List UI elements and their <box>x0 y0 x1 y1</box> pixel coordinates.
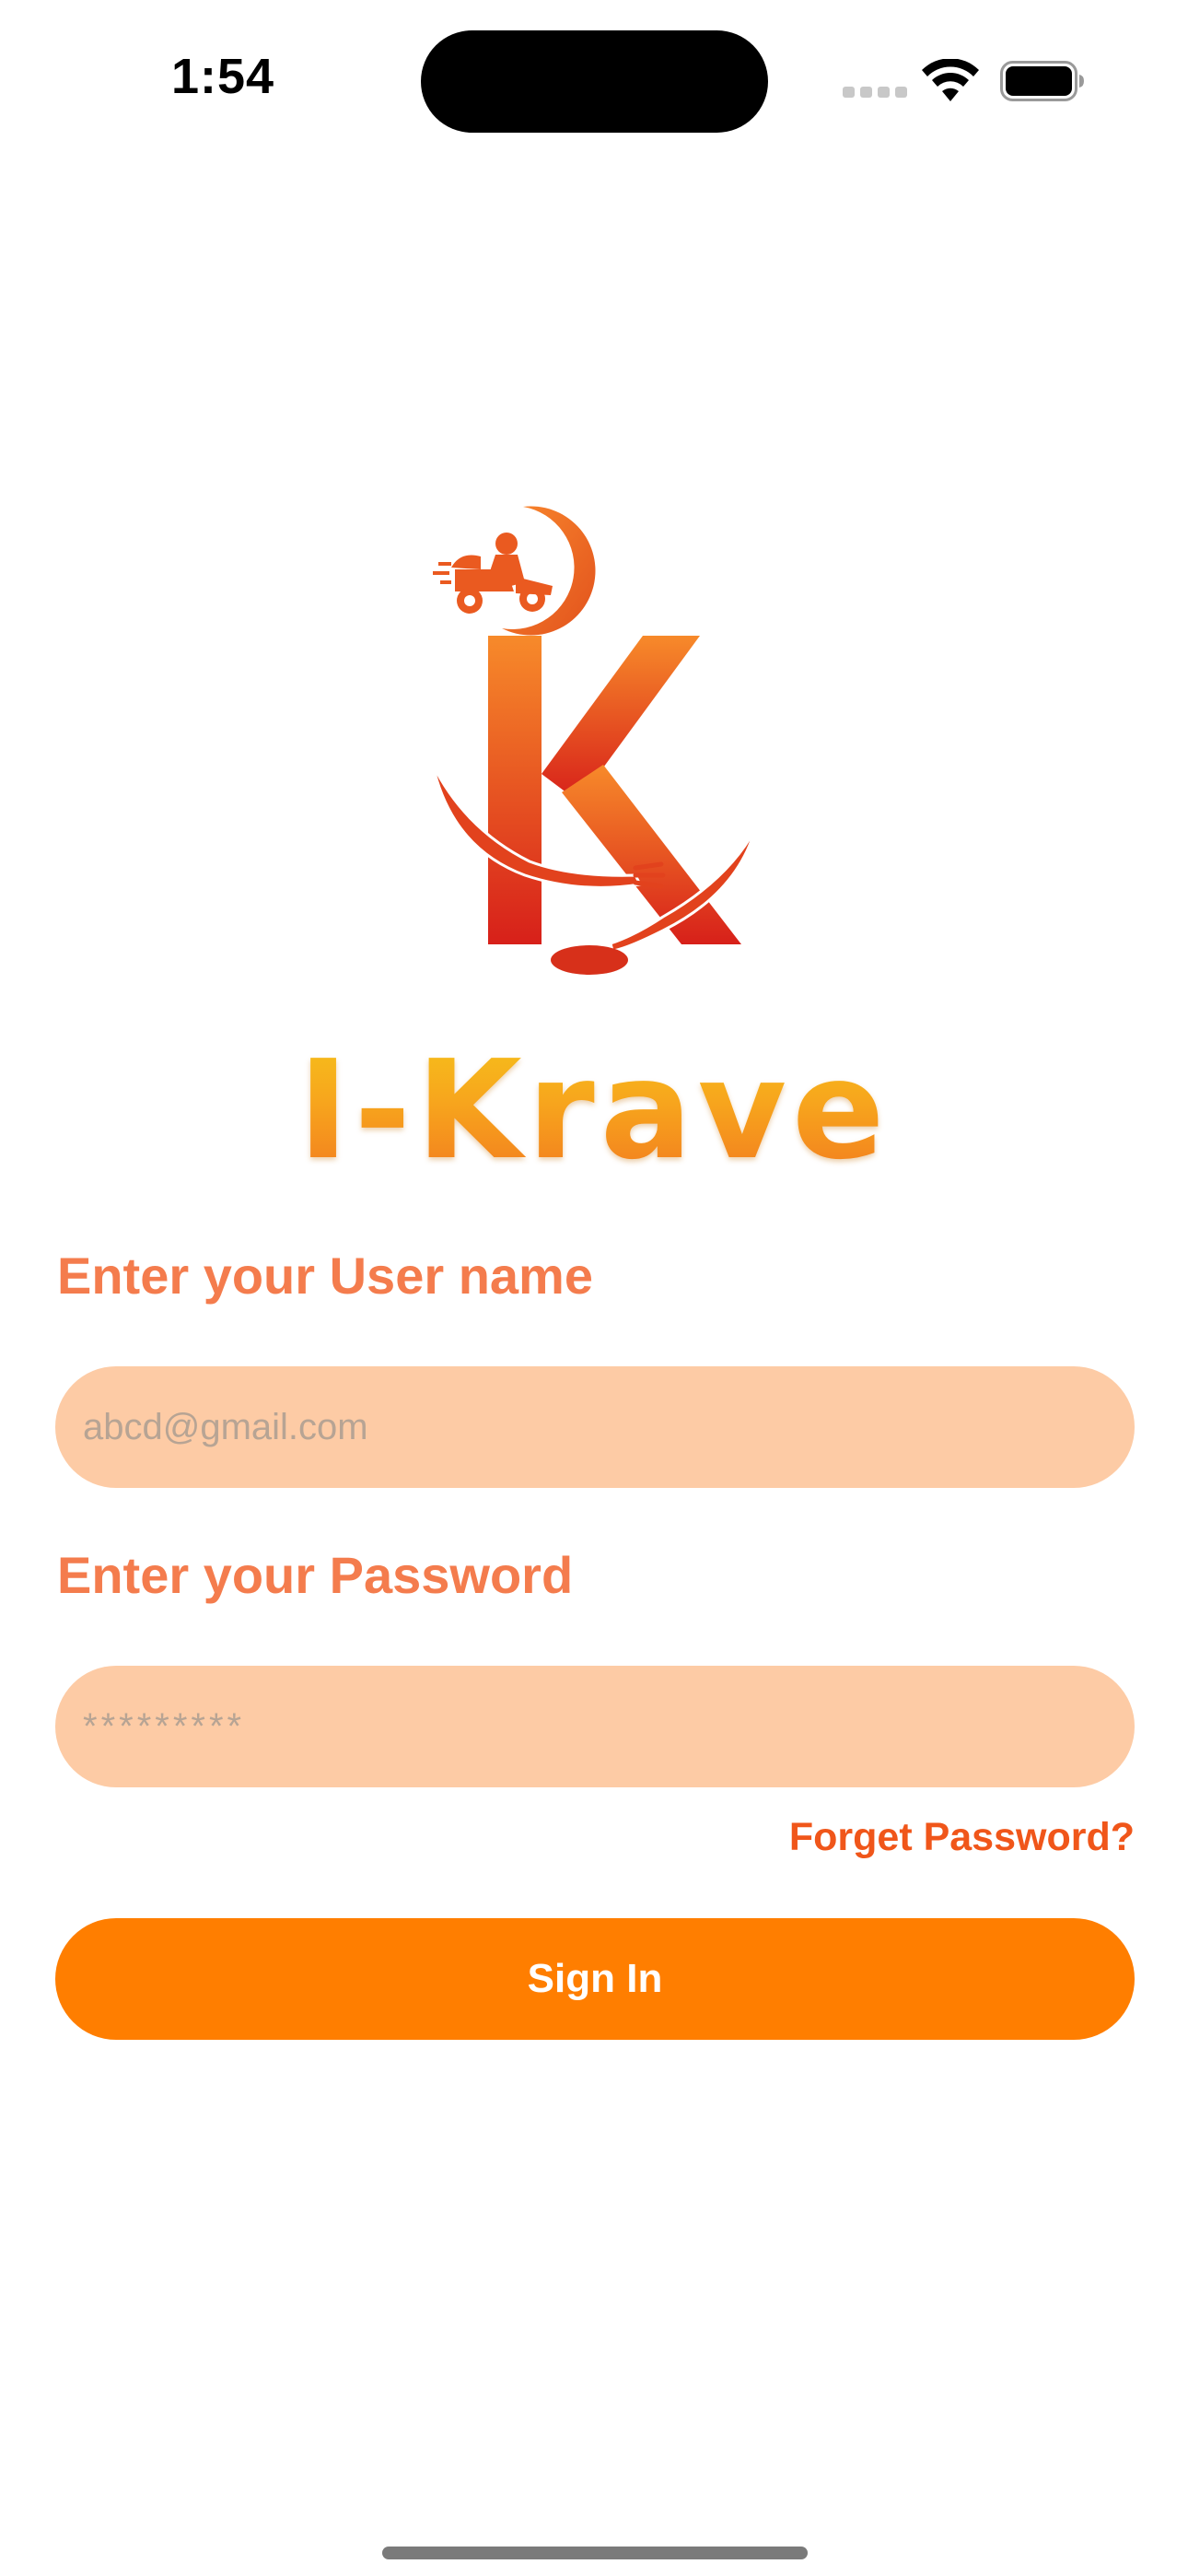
wifi-icon <box>922 59 979 101</box>
password-label: Enter your Password <box>57 1546 574 1604</box>
password-input[interactable] <box>55 1666 1135 1787</box>
forget-password-link[interactable]: Forget Password? <box>789 1815 1135 1860</box>
dynamic-island <box>421 30 768 133</box>
logo-icon <box>431 506 757 975</box>
sign-in-button[interactable]: Sign In <box>55 1918 1135 2040</box>
username-input[interactable] <box>55 1366 1135 1488</box>
username-label: Enter your User name <box>57 1247 593 1305</box>
brand-name: I-Krave <box>0 1032 1188 1188</box>
status-time: 1:54 <box>171 49 275 104</box>
home-indicator[interactable] <box>382 2547 808 2559</box>
signal-icon <box>843 87 907 98</box>
battery-icon <box>1000 61 1084 101</box>
